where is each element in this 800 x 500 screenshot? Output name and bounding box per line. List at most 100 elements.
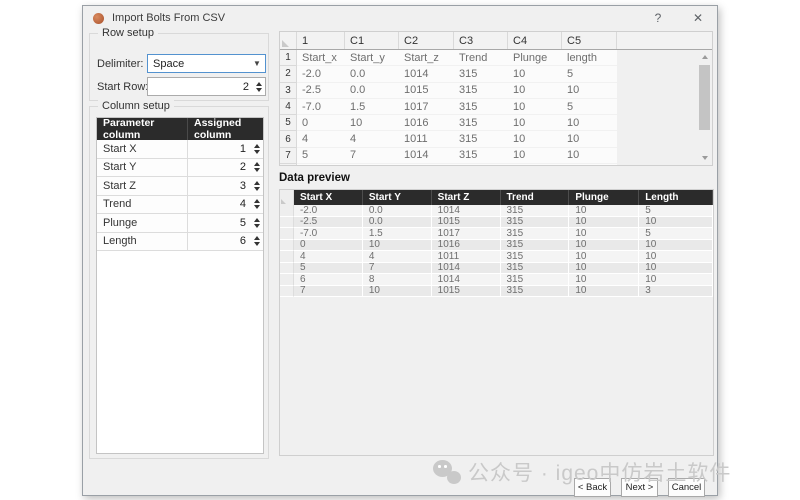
csv-cell: 10 [562, 148, 617, 164]
preview-cell: 315 [501, 217, 570, 229]
assigned-column-spinner[interactable] [250, 196, 263, 214]
csv-column-header[interactable]: 1 [297, 32, 345, 49]
csv-cell: Start_z [399, 50, 454, 66]
assigned-column-spinner[interactable] [250, 140, 263, 158]
preview-corner-cell[interactable] [280, 190, 294, 205]
preview-row: 4410113151010 [280, 251, 713, 263]
delimiter-label: Delimiter: [97, 58, 143, 70]
preview-cell: 5 [294, 263, 363, 275]
preview-column-header[interactable]: Plunge [569, 190, 639, 205]
data-preview-table: Start XStart YStart ZTrendPlungeLength -… [279, 189, 714, 456]
preview-row-header [280, 251, 294, 263]
csv-cell: 315 [454, 83, 508, 99]
csv-row: 3-2.50.010153151010 [280, 83, 712, 99]
assigned-column-value[interactable]: 5 [188, 217, 250, 229]
spin-up-icon[interactable] [254, 218, 260, 222]
spin-up-icon[interactable] [254, 199, 260, 203]
preview-cell: 1014 [432, 274, 501, 286]
csv-cell: 1014 [399, 148, 454, 164]
spin-up-icon[interactable] [254, 144, 260, 148]
preview-column-header[interactable]: Start Z [432, 190, 501, 205]
csv-row-header[interactable]: 1 [280, 50, 297, 66]
chevron-down-icon: ▼ [249, 59, 265, 68]
spin-up-icon[interactable] [254, 181, 260, 185]
csv-row-header[interactable]: 8 [280, 164, 297, 166]
preview-cell: 1011 [432, 251, 501, 263]
preview-column-header[interactable]: Trend [501, 190, 570, 205]
preview-cell: 10 [569, 217, 639, 229]
corner-triangle-icon [282, 40, 289, 47]
csv-column-header[interactable]: C1 [345, 32, 399, 49]
csv-cell: Trend [454, 50, 508, 66]
csv-cell: 1014 [399, 66, 454, 82]
csv-column-header[interactable]: C5 [562, 32, 617, 49]
spin-down-icon[interactable] [254, 242, 260, 246]
start-row-input[interactable]: 2 [147, 77, 266, 96]
close-icon[interactable]: ✕ [683, 6, 713, 30]
spin-down-icon[interactable] [254, 205, 260, 209]
spin-down-icon[interactable] [254, 168, 260, 172]
csv-cell: -2.0 [297, 66, 345, 82]
spin-down-icon[interactable] [254, 187, 260, 191]
cancel-button[interactable]: Cancel [668, 478, 705, 497]
column-setup-row: Length6 [97, 233, 263, 252]
preview-cell: 1014 [432, 263, 501, 275]
assigned-column-value[interactable]: 3 [188, 180, 250, 192]
csv-column-header[interactable]: C3 [454, 32, 508, 49]
spin-up-icon[interactable] [256, 82, 262, 86]
csv-cell: 10 [508, 164, 562, 166]
csv-row: 4-7.01.51017315105 [280, 99, 712, 115]
csv-column-header[interactable]: C2 [399, 32, 454, 49]
assigned-column-spinner[interactable] [250, 233, 263, 251]
column-setup-row: Plunge5 [97, 214, 263, 233]
csv-cell: 4 [297, 131, 345, 147]
csv-cell: 4 [345, 131, 399, 147]
preview-row: 6810143151010 [280, 274, 713, 286]
spin-up-icon[interactable] [254, 162, 260, 166]
csv-row: 501010163151010 [280, 115, 712, 131]
preview-cell: 10 [569, 263, 639, 275]
assigned-column-spinner[interactable] [250, 159, 263, 177]
back-button[interactable]: < Back [574, 478, 611, 497]
title-bar[interactable]: Import Bolts From CSV ? ✕ [83, 6, 717, 30]
scroll-up-icon[interactable] [699, 52, 710, 62]
spin-up-icon[interactable] [254, 236, 260, 240]
preview-cell: 7 [294, 286, 363, 298]
preview-cell: 1015 [432, 286, 501, 298]
assigned-column-spinner[interactable] [250, 214, 263, 232]
csv-row-header[interactable]: 4 [280, 99, 297, 115]
csv-cell: 5 [562, 66, 617, 82]
scroll-down-icon[interactable] [699, 153, 710, 163]
preview-column-header[interactable]: Start X [294, 190, 363, 205]
csv-grid-header: 1C1C2C3C4C5 [280, 32, 712, 50]
csv-row-header[interactable]: 3 [280, 83, 297, 99]
csv-row-header[interactable]: 7 [280, 148, 297, 164]
column-setup-row: Start Y2 [97, 159, 263, 178]
help-button[interactable]: ? [643, 6, 673, 30]
scrollbar-thumb[interactable] [699, 65, 710, 130]
preview-cell: 10 [639, 217, 713, 229]
start-row-spinner[interactable] [252, 78, 265, 95]
assigned-column-value[interactable]: 2 [188, 161, 250, 173]
csv-row-header[interactable]: 2 [280, 66, 297, 82]
csv-row-header[interactable]: 5 [280, 115, 297, 131]
spin-down-icon[interactable] [254, 150, 260, 154]
assigned-column-value[interactable]: 6 [188, 235, 250, 247]
vertical-scrollbar[interactable] [699, 52, 710, 163]
assigned-column-value[interactable]: 1 [188, 143, 250, 155]
preview-cell: 1016 [432, 240, 501, 252]
preview-column-header[interactable]: Length [639, 190, 713, 205]
csv-row-header[interactable]: 6 [280, 131, 297, 147]
csv-cell: 10 [508, 83, 562, 99]
assigned-column-spinner[interactable] [250, 177, 263, 195]
delimiter-select[interactable]: Space ▼ [147, 54, 266, 73]
csv-corner-cell[interactable] [280, 32, 297, 49]
spin-down-icon[interactable] [254, 224, 260, 228]
spin-down-icon[interactable] [256, 88, 262, 92]
csv-column-header[interactable]: C4 [508, 32, 562, 49]
csv-row: 86810143151010 [280, 164, 712, 166]
next-button[interactable]: Next > [621, 478, 658, 497]
assigned-column-value[interactable]: 4 [188, 198, 250, 210]
preview-cell: 315 [501, 228, 570, 240]
preview-column-header[interactable]: Start Y [363, 190, 432, 205]
